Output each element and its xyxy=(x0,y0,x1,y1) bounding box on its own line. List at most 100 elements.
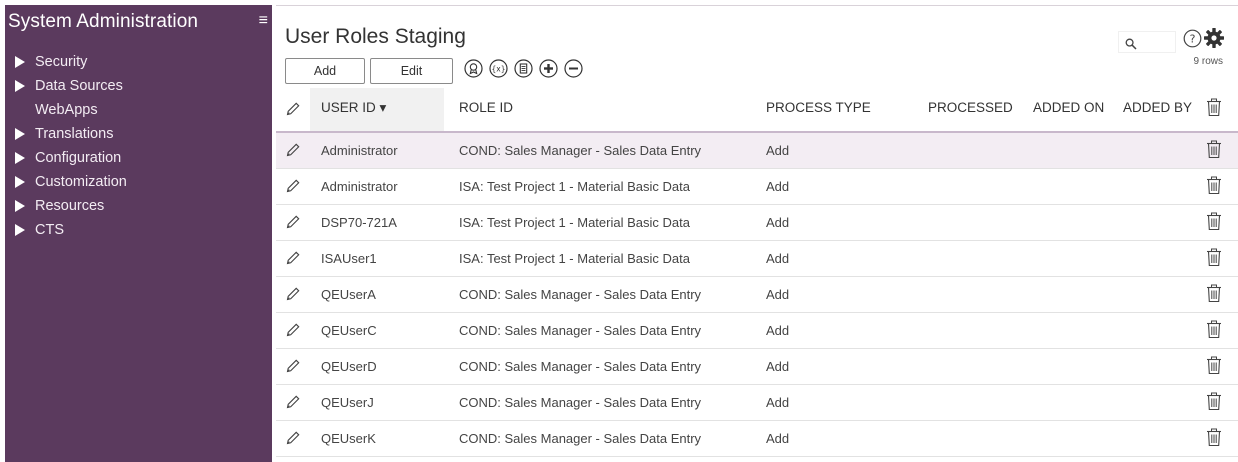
cell-process-type: Add xyxy=(766,323,790,338)
edit-pencil-icon[interactable] xyxy=(285,214,301,233)
column-header-process-type[interactable]: PROCESS TYPE xyxy=(766,100,871,115)
sidebar-item-webapps[interactable]: WebApps xyxy=(15,102,127,118)
expand-arrow-icon xyxy=(15,224,25,236)
edit-pencil-icon[interactable] xyxy=(285,101,301,120)
cell-role-id: ISA: Test Project 1 - Material Basic Dat… xyxy=(459,215,690,230)
main-content: User Roles Staging Add Edit {x} ? 9 rows… xyxy=(276,0,1238,462)
table-row[interactable]: DSP70-721A ISA: Test Project 1 - Material… xyxy=(276,205,1238,241)
table-row[interactable]: Administrator ISA: Test Project 1 - Mater… xyxy=(276,169,1238,205)
sidebar-nav: Security Data Sources WebApps Translatio… xyxy=(15,54,127,246)
toolbar-icons: {x} xyxy=(464,59,583,78)
cell-user-id: QEUserK xyxy=(321,431,376,446)
edit-pencil-icon[interactable] xyxy=(285,322,301,341)
sidebar-item-resources[interactable]: Resources xyxy=(15,198,127,214)
column-header-added-on[interactable]: ADDED ON xyxy=(1033,100,1104,115)
trash-icon[interactable] xyxy=(1206,284,1222,306)
trash-icon[interactable] xyxy=(1206,248,1222,270)
column-header-role-id[interactable]: ROLE ID xyxy=(459,100,513,115)
svg-text:?: ? xyxy=(1190,33,1196,46)
sidebar-item-data-sources[interactable]: Data Sources xyxy=(15,78,127,94)
table-row[interactable]: QEUserC COND: Sales Manager - Sales Data … xyxy=(276,313,1238,349)
cell-role-id: COND: Sales Manager - Sales Data Entry xyxy=(459,143,702,158)
top-divider xyxy=(276,5,1238,6)
clear-filter-icon[interactable]: {x} xyxy=(489,59,508,78)
column-header-processed[interactable]: PROCESSED xyxy=(928,100,1013,115)
sidebar-item-cts[interactable]: CTS xyxy=(15,222,127,238)
expand-arrow-icon xyxy=(15,56,25,68)
sidebar-title: System Administration xyxy=(8,11,199,32)
sidebar-item-translations[interactable]: Translations xyxy=(15,126,127,142)
add-button[interactable]: Add xyxy=(285,58,365,84)
cell-user-id: DSP70-721A xyxy=(321,215,397,230)
expand-arrow-icon xyxy=(15,176,25,188)
sidebar-item-label: WebApps xyxy=(35,102,98,118)
cell-process-type: Add xyxy=(766,287,790,302)
edit-pencil-icon[interactable] xyxy=(285,250,301,269)
edit-pencil-icon[interactable] xyxy=(285,394,301,413)
rows-count: 9 rows xyxy=(1193,56,1223,67)
sidebar-item-label: Security xyxy=(35,54,88,70)
table-row[interactable]: QEUserJ COND: Sales Manager - Sales Data … xyxy=(276,385,1238,421)
page-title: User Roles Staging xyxy=(285,25,466,48)
collapse-all-icon[interactable] xyxy=(564,59,583,78)
table-row[interactable]: Administrator COND: Sales Manager - Sales… xyxy=(276,133,1238,169)
sidebar-item-label: Resources xyxy=(35,198,105,214)
trash-icon[interactable] xyxy=(1206,98,1222,120)
trash-icon[interactable] xyxy=(1206,320,1222,342)
hamburger-icon[interactable]: ≡ xyxy=(259,13,268,29)
column-header-added-by[interactable]: ADDED BY xyxy=(1123,100,1192,115)
edit-pencil-icon[interactable] xyxy=(285,142,301,161)
edit-pencil-icon[interactable] xyxy=(285,358,301,377)
cell-role-id: ISA: Test Project 1 - Material Basic Dat… xyxy=(459,251,690,266)
cell-user-id: QEUserC xyxy=(321,323,377,338)
cell-process-type: Add xyxy=(766,179,790,194)
sidebar-item-customization[interactable]: Customization xyxy=(15,174,127,190)
expand-arrow-icon xyxy=(15,152,25,164)
edit-pencil-icon[interactable] xyxy=(285,178,301,197)
cell-process-type: Add xyxy=(766,431,790,446)
expand-all-icon[interactable] xyxy=(539,59,558,78)
gear-icon[interactable] xyxy=(1203,27,1225,54)
sidebar-item-label: Data Sources xyxy=(35,78,123,94)
table-row[interactable]: QEUserD COND: Sales Manager - Sales Data … xyxy=(276,349,1238,385)
sidebar-item-security[interactable]: Security xyxy=(15,54,127,70)
sidebar-item-configuration[interactable]: Configuration xyxy=(15,150,127,166)
trash-icon[interactable] xyxy=(1206,356,1222,378)
sidebar: System Administration ≡ Security Data So… xyxy=(5,5,272,462)
edit-button[interactable]: Edit xyxy=(370,58,453,84)
trash-icon[interactable] xyxy=(1206,428,1222,450)
cell-role-id: COND: Sales Manager - Sales Data Entry xyxy=(459,395,702,410)
table-row[interactable]: QEUserK COND: Sales Manager - Sales Data … xyxy=(276,421,1238,457)
expand-arrow-icon xyxy=(15,200,25,212)
cell-user-id: Administrator xyxy=(321,179,398,194)
edit-pencil-icon[interactable] xyxy=(285,286,301,305)
cell-user-id: ISAUser1 xyxy=(321,251,377,266)
cell-role-id: ISA: Test Project 1 - Material Basic Dat… xyxy=(459,179,690,194)
sidebar-item-label: Translations xyxy=(35,126,114,142)
trash-icon[interactable] xyxy=(1206,392,1222,414)
cell-role-id: COND: Sales Manager - Sales Data Entry xyxy=(459,431,702,446)
roles-table: USER ID ▾ ROLE ID PROCESS TYPE PROCESSED… xyxy=(276,88,1238,457)
trash-icon[interactable] xyxy=(1206,212,1222,234)
cell-user-id: QEUserJ xyxy=(321,395,374,410)
help-icon[interactable]: ? xyxy=(1183,29,1202,53)
cell-user-id: QEUserD xyxy=(321,359,377,374)
table-row[interactable]: ISAUser1 ISA: Test Project 1 - Material B… xyxy=(276,241,1238,277)
table-header: USER ID ▾ ROLE ID PROCESS TYPE PROCESSED… xyxy=(276,88,1238,133)
column-header-user-id[interactable]: USER ID ▾ xyxy=(321,100,386,116)
trash-icon[interactable] xyxy=(1206,140,1222,162)
table-body: Administrator COND: Sales Manager - Sales… xyxy=(276,133,1238,457)
sidebar-item-label: Customization xyxy=(35,174,127,190)
expand-arrow-icon xyxy=(15,80,25,92)
edit-pencil-icon[interactable] xyxy=(285,430,301,449)
search-icon xyxy=(1125,37,1137,55)
table-row[interactable]: QEUserA COND: Sales Manager - Sales Data … xyxy=(276,277,1238,313)
sidebar-item-label: Configuration xyxy=(35,150,122,166)
award-icon[interactable] xyxy=(464,59,483,78)
document-icon[interactable] xyxy=(514,59,533,78)
trash-icon[interactable] xyxy=(1206,176,1222,198)
cell-process-type: Add xyxy=(766,251,790,266)
search-input[interactable] xyxy=(1135,32,1179,54)
search-box[interactable] xyxy=(1118,31,1179,55)
cell-process-type: Add xyxy=(766,143,790,158)
